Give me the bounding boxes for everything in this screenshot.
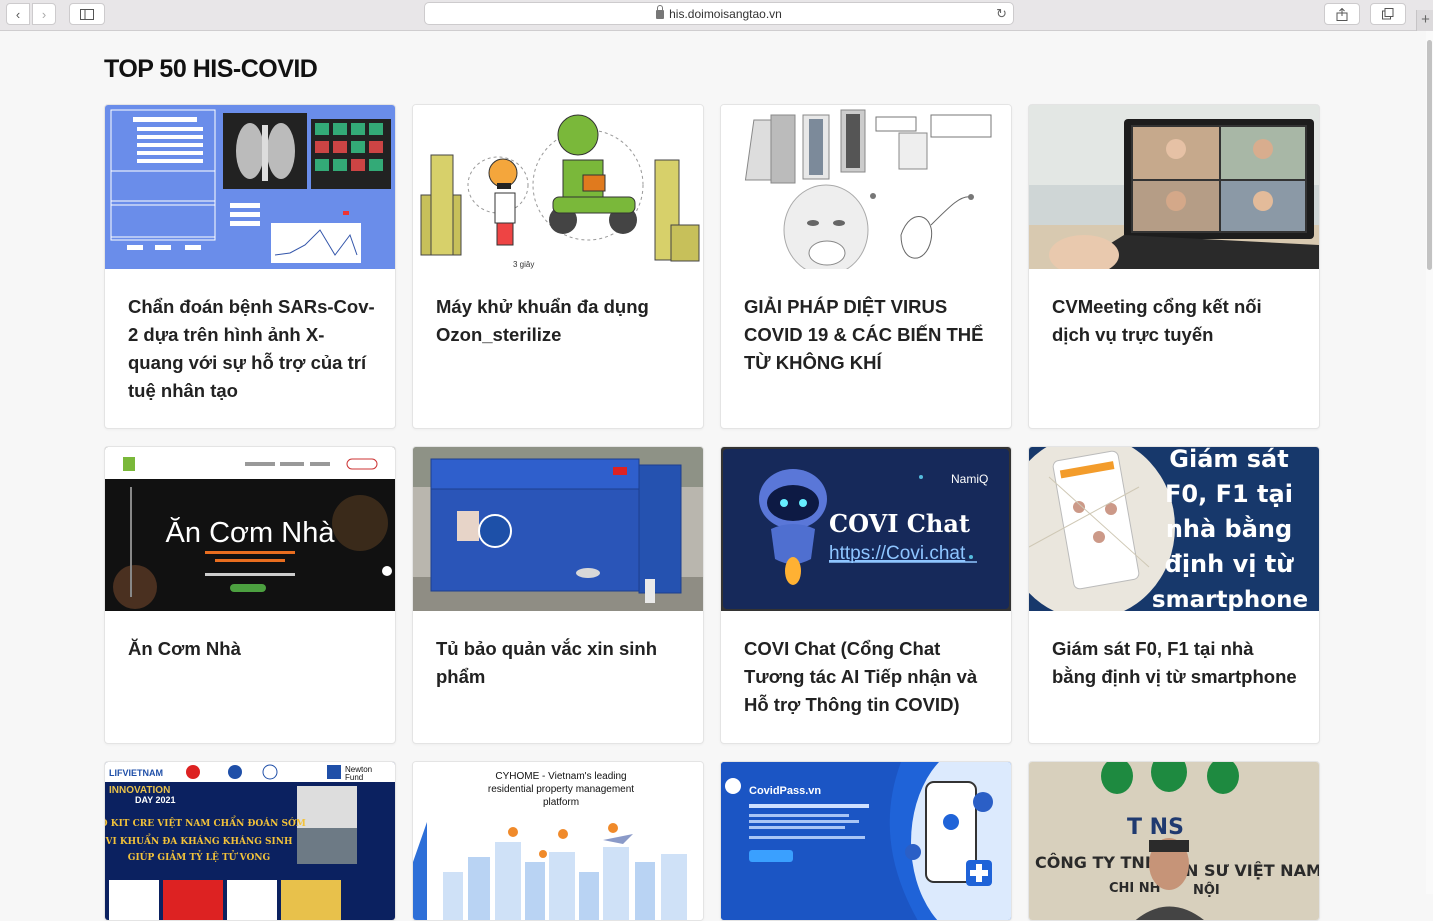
card-an-com-nha[interactable]: Ăn Cơm Nhà Ăn Cơm Nhà	[104, 446, 396, 744]
thumb-line: CYHOME - Vietnam's leading	[495, 771, 626, 782]
forward-button[interactable]: ›	[32, 3, 56, 25]
card-title[interactable]: Máy khử khuẩn đa dụng Ozon_sterilize	[436, 293, 686, 349]
reload-icon[interactable]: ↻	[996, 6, 1007, 22]
card-covi-chat[interactable]: NamiQ COVI Chat https://Covi.chat COVI C…	[720, 446, 1012, 744]
page-content: TOP 50 HIS-COVID Chẩn đoán bệnh SARs-Cov…	[0, 31, 1426, 921]
thumb-line: nhà bằng	[1166, 514, 1292, 543]
svg-text:3 giây: 3 giây	[513, 260, 534, 269]
chevron-left-icon: ‹	[15, 6, 21, 22]
card-image	[721, 105, 1011, 269]
tabs-overview-button[interactable]	[1370, 3, 1406, 25]
card-image: LIFVIETNAM Newton Fund INNOVATION DAY 20…	[105, 762, 395, 920]
new-tab-button[interactable]: +	[1416, 10, 1433, 31]
card-image: Ăn Cơm Nhà	[105, 447, 395, 611]
fund-logo: Fund	[345, 773, 363, 782]
thumb-title: Ăn Cơm Nhà	[166, 516, 336, 549]
thumb-line: F0, F1 tại	[1165, 480, 1293, 508]
card-image: 3 giây	[413, 105, 703, 269]
sidebar-toggle-button[interactable]	[69, 3, 105, 25]
card-title[interactable]: Ăn Cơm Nhà	[128, 635, 378, 663]
card-image	[105, 105, 395, 269]
tabs-icon	[1382, 8, 1394, 20]
card-air-virus-solution[interactable]: GIẢI PHÁP DIỆT VIRUS COVID 19 & CÁC BIẾN…	[720, 104, 1012, 429]
thumb-line: Giám sát	[1169, 447, 1288, 473]
card-image: CYHOME - Vietnam's leading residential p…	[413, 762, 703, 920]
card-image: T NS CÔNG TY TNHH N SƯ VIỆT NAM CHI NH N…	[1029, 762, 1319, 920]
card-image: NamiQ COVI Chat https://Covi.chat	[721, 447, 1011, 611]
address-bar[interactable]: his.doimoisangtao.vn ↻	[424, 2, 1014, 25]
card-ozone-sterilizer[interactable]: 3 giây Máy khử khuẩn đa dụng Ozon_steril…	[412, 104, 704, 429]
card-covidpass[interactable]: CovidPass.vn	[720, 761, 1012, 921]
chevron-right-icon: ›	[41, 6, 47, 22]
card-image	[413, 447, 703, 611]
company-sign: NỘI	[1193, 882, 1220, 898]
browser-toolbar: ‹ › his.doimoisangtao.vn ↻ +	[0, 0, 1433, 31]
lifvietnam-logo: LIFVIETNAM	[109, 768, 163, 778]
thumb-title: COVI Chat	[829, 509, 970, 538]
thumb-line: định vị từ	[1165, 550, 1295, 578]
company-sign: N SƯ VIỆT NAM	[1185, 860, 1319, 880]
covidpass-logo: CovidPass.vn	[749, 785, 821, 797]
card-xray-ai[interactable]: Chẩn đoán bệnh SARs-Cov-2 dựa trên hình …	[104, 104, 396, 429]
card-image	[1029, 105, 1319, 269]
scrollbar-thumb[interactable]	[1427, 40, 1432, 270]
sidebar-icon	[80, 8, 94, 20]
card-title[interactable]: COVI Chat (Cổng Chat Tương tác AI Tiếp n…	[744, 635, 994, 719]
card-title[interactable]: Giám sát F0, F1 tại nhà bằng định vị từ …	[1052, 635, 1302, 691]
share-button[interactable]	[1324, 3, 1360, 25]
thumb-line: platform	[543, 797, 579, 808]
card-title[interactable]: CVMeeting cổng kết nối dịch vụ trực tuyế…	[1052, 293, 1302, 349]
card-gps-f0-f1[interactable]: Giám sát F0, F1 tại nhà bằng định vị từ …	[1028, 446, 1320, 744]
page-heading: TOP 50 HIS-COVID	[104, 55, 318, 83]
card-image: Giám sát F0, F1 tại nhà bằng định vị từ …	[1029, 447, 1319, 611]
card-title[interactable]: GIẢI PHÁP DIỆT VIRUS COVID 19 & CÁC BIẾN…	[744, 293, 994, 377]
company-logo: T NS	[1127, 815, 1184, 840]
card-vaccine-freezer[interactable]: Tủ bảo quản vắc xin sinh phẩm	[412, 446, 704, 744]
thumb-line: residential property management	[488, 784, 634, 795]
thumb-link: https://Covi.chat	[829, 543, 966, 564]
namiq-logo: NamiQ	[951, 472, 988, 486]
event-line: DAY 2021	[135, 795, 176, 805]
lock-icon	[656, 5, 665, 19]
card-company-photo[interactable]: T NS CÔNG TY TNHH N SƯ VIỆT NAM CHI NH N…	[1028, 761, 1320, 921]
back-button[interactable]: ‹	[6, 3, 30, 25]
card-title[interactable]: Chẩn đoán bệnh SARs-Cov-2 dựa trên hình …	[128, 293, 378, 405]
card-image: CovidPass.vn	[721, 762, 1011, 920]
card-cyhome[interactable]: CYHOME - Vietnam's leading residential p…	[412, 761, 704, 921]
thumb-line: smartphone	[1152, 587, 1308, 611]
card-title[interactable]: Tủ bảo quản vắc xin sinh phẩm	[436, 635, 686, 691]
card-kit-cre[interactable]: LIFVIETNAM Newton Fund INNOVATION DAY 20…	[104, 761, 396, 921]
share-icon	[1336, 7, 1348, 21]
url-text: his.doimoisangtao.vn	[669, 6, 782, 21]
card-cvmeeting[interactable]: CVMeeting cổng kết nối dịch vụ trực tuyế…	[1028, 104, 1320, 429]
